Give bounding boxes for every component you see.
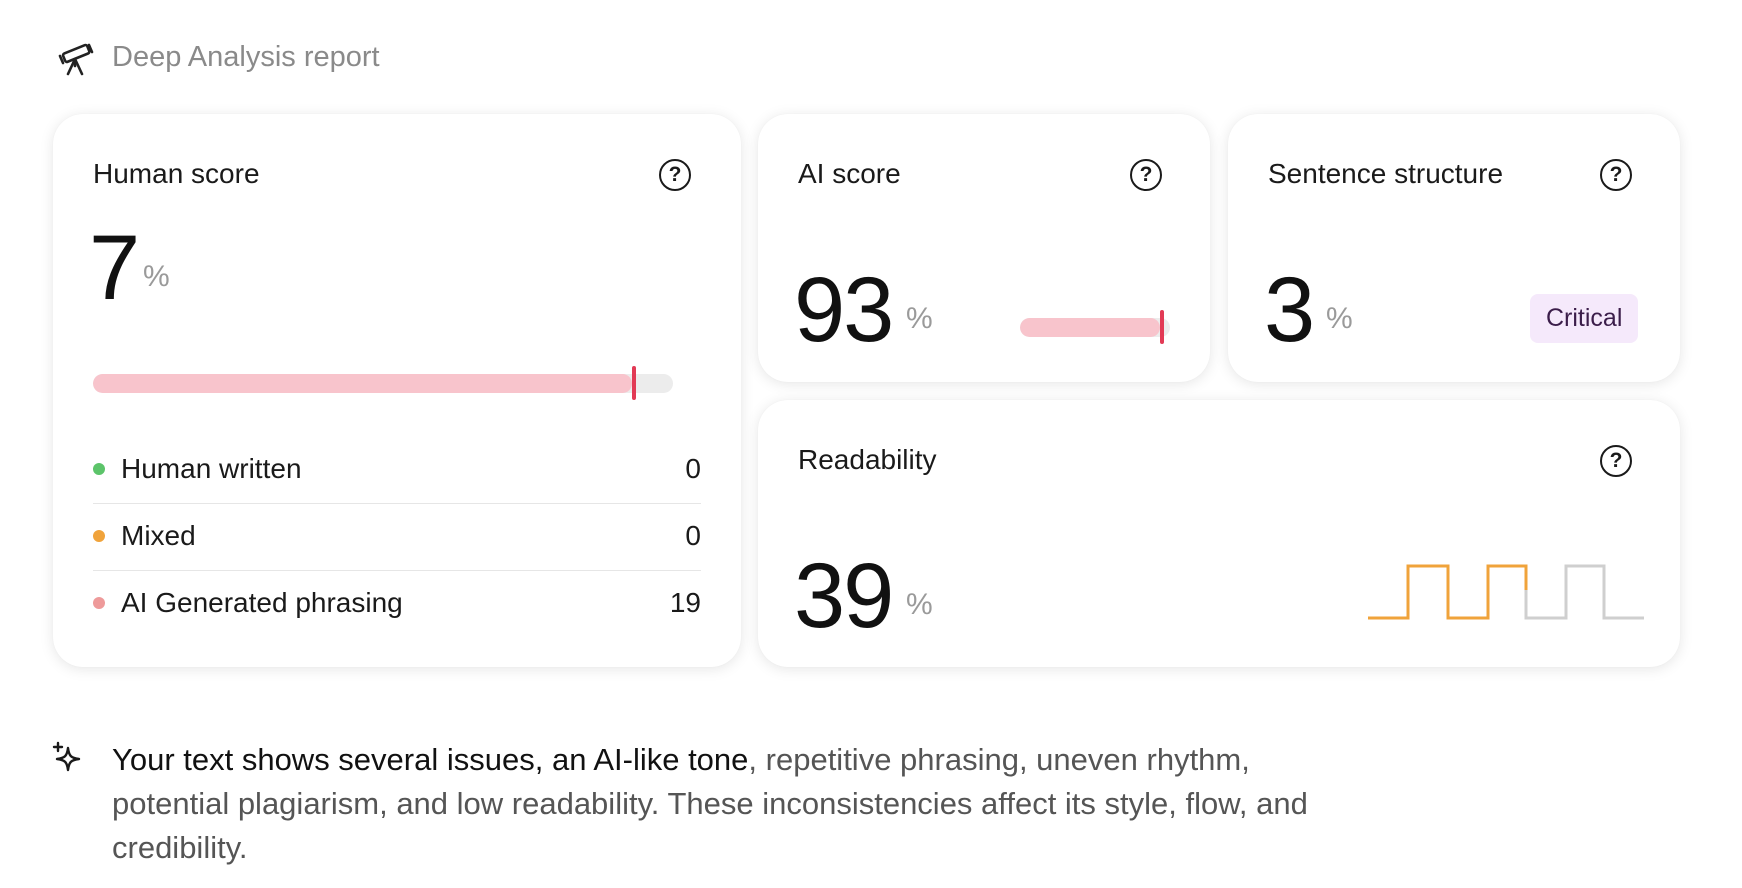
sentence-structure-card: Sentence structure ? 3 % Critical [1228, 114, 1680, 382]
ai-score-unit: % [906, 302, 933, 335]
readability-value: 39 [794, 545, 894, 647]
report-header: Deep Analysis report [56, 36, 380, 78]
human-score-bar-fill [93, 374, 633, 393]
insight-text: Your text shows several issues, an AI-li… [112, 738, 1352, 870]
telescope-icon [58, 43, 94, 76]
status-badge: Critical [1530, 294, 1639, 343]
ai-score-bar-fill [1020, 318, 1160, 337]
help-icon[interactable]: ? [1600, 159, 1632, 191]
human-score-bar-marker [632, 366, 637, 400]
readability-card: Readability ? 39 % [758, 400, 1680, 667]
insight-strong: Your text shows several issues, an AI-li… [112, 742, 749, 777]
page-title: Deep Analysis report [112, 40, 380, 73]
readability-unit: % [906, 588, 933, 621]
legend-label: AI Generated phrasing [121, 587, 403, 618]
legend-item-mixed: Mixed 0 [93, 503, 701, 569]
legend-count: 0 [685, 453, 701, 484]
legend-dot [93, 597, 105, 609]
human-score-unit: % [143, 260, 170, 293]
legend-label: Human written [121, 453, 302, 484]
human-score-bar [93, 374, 673, 393]
legend-dot [93, 463, 105, 475]
legend-count: 19 [669, 587, 701, 618]
help-icon[interactable]: ? [1600, 445, 1632, 477]
ai-score-title: AI score [798, 158, 901, 189]
sentence-structure-value: 3 [1264, 259, 1315, 361]
help-icon[interactable]: ? [1130, 159, 1162, 191]
readability-title: Readability [798, 444, 937, 475]
legend-item-ai-generated: AI Generated phrasing 19 [93, 570, 701, 636]
help-icon[interactable]: ? [659, 159, 691, 191]
readability-wave-active [1368, 564, 1528, 620]
legend-label: Mixed [121, 520, 196, 551]
human-score-card: Human score ? 7 % Human written 0 Mixed … [53, 114, 741, 667]
readability-wave-inactive [1524, 564, 1644, 620]
legend-dot [93, 530, 105, 542]
ai-score-bar [1020, 318, 1170, 337]
ai-score-bar-marker [1159, 310, 1164, 344]
ai-score-value: 93 [794, 259, 894, 361]
human-score-title: Human score [93, 158, 260, 189]
sentence-structure-title: Sentence structure [1268, 158, 1504, 189]
human-score-value: 7 [89, 217, 140, 319]
legend-count: 0 [685, 520, 701, 551]
sentence-structure-unit: % [1326, 302, 1353, 335]
sparkle-icon [52, 741, 81, 772]
readability-wave [1368, 564, 1644, 620]
legend-item-human-written: Human written 0 [93, 436, 701, 502]
ai-score-card: AI score ? 93 % [758, 114, 1210, 382]
